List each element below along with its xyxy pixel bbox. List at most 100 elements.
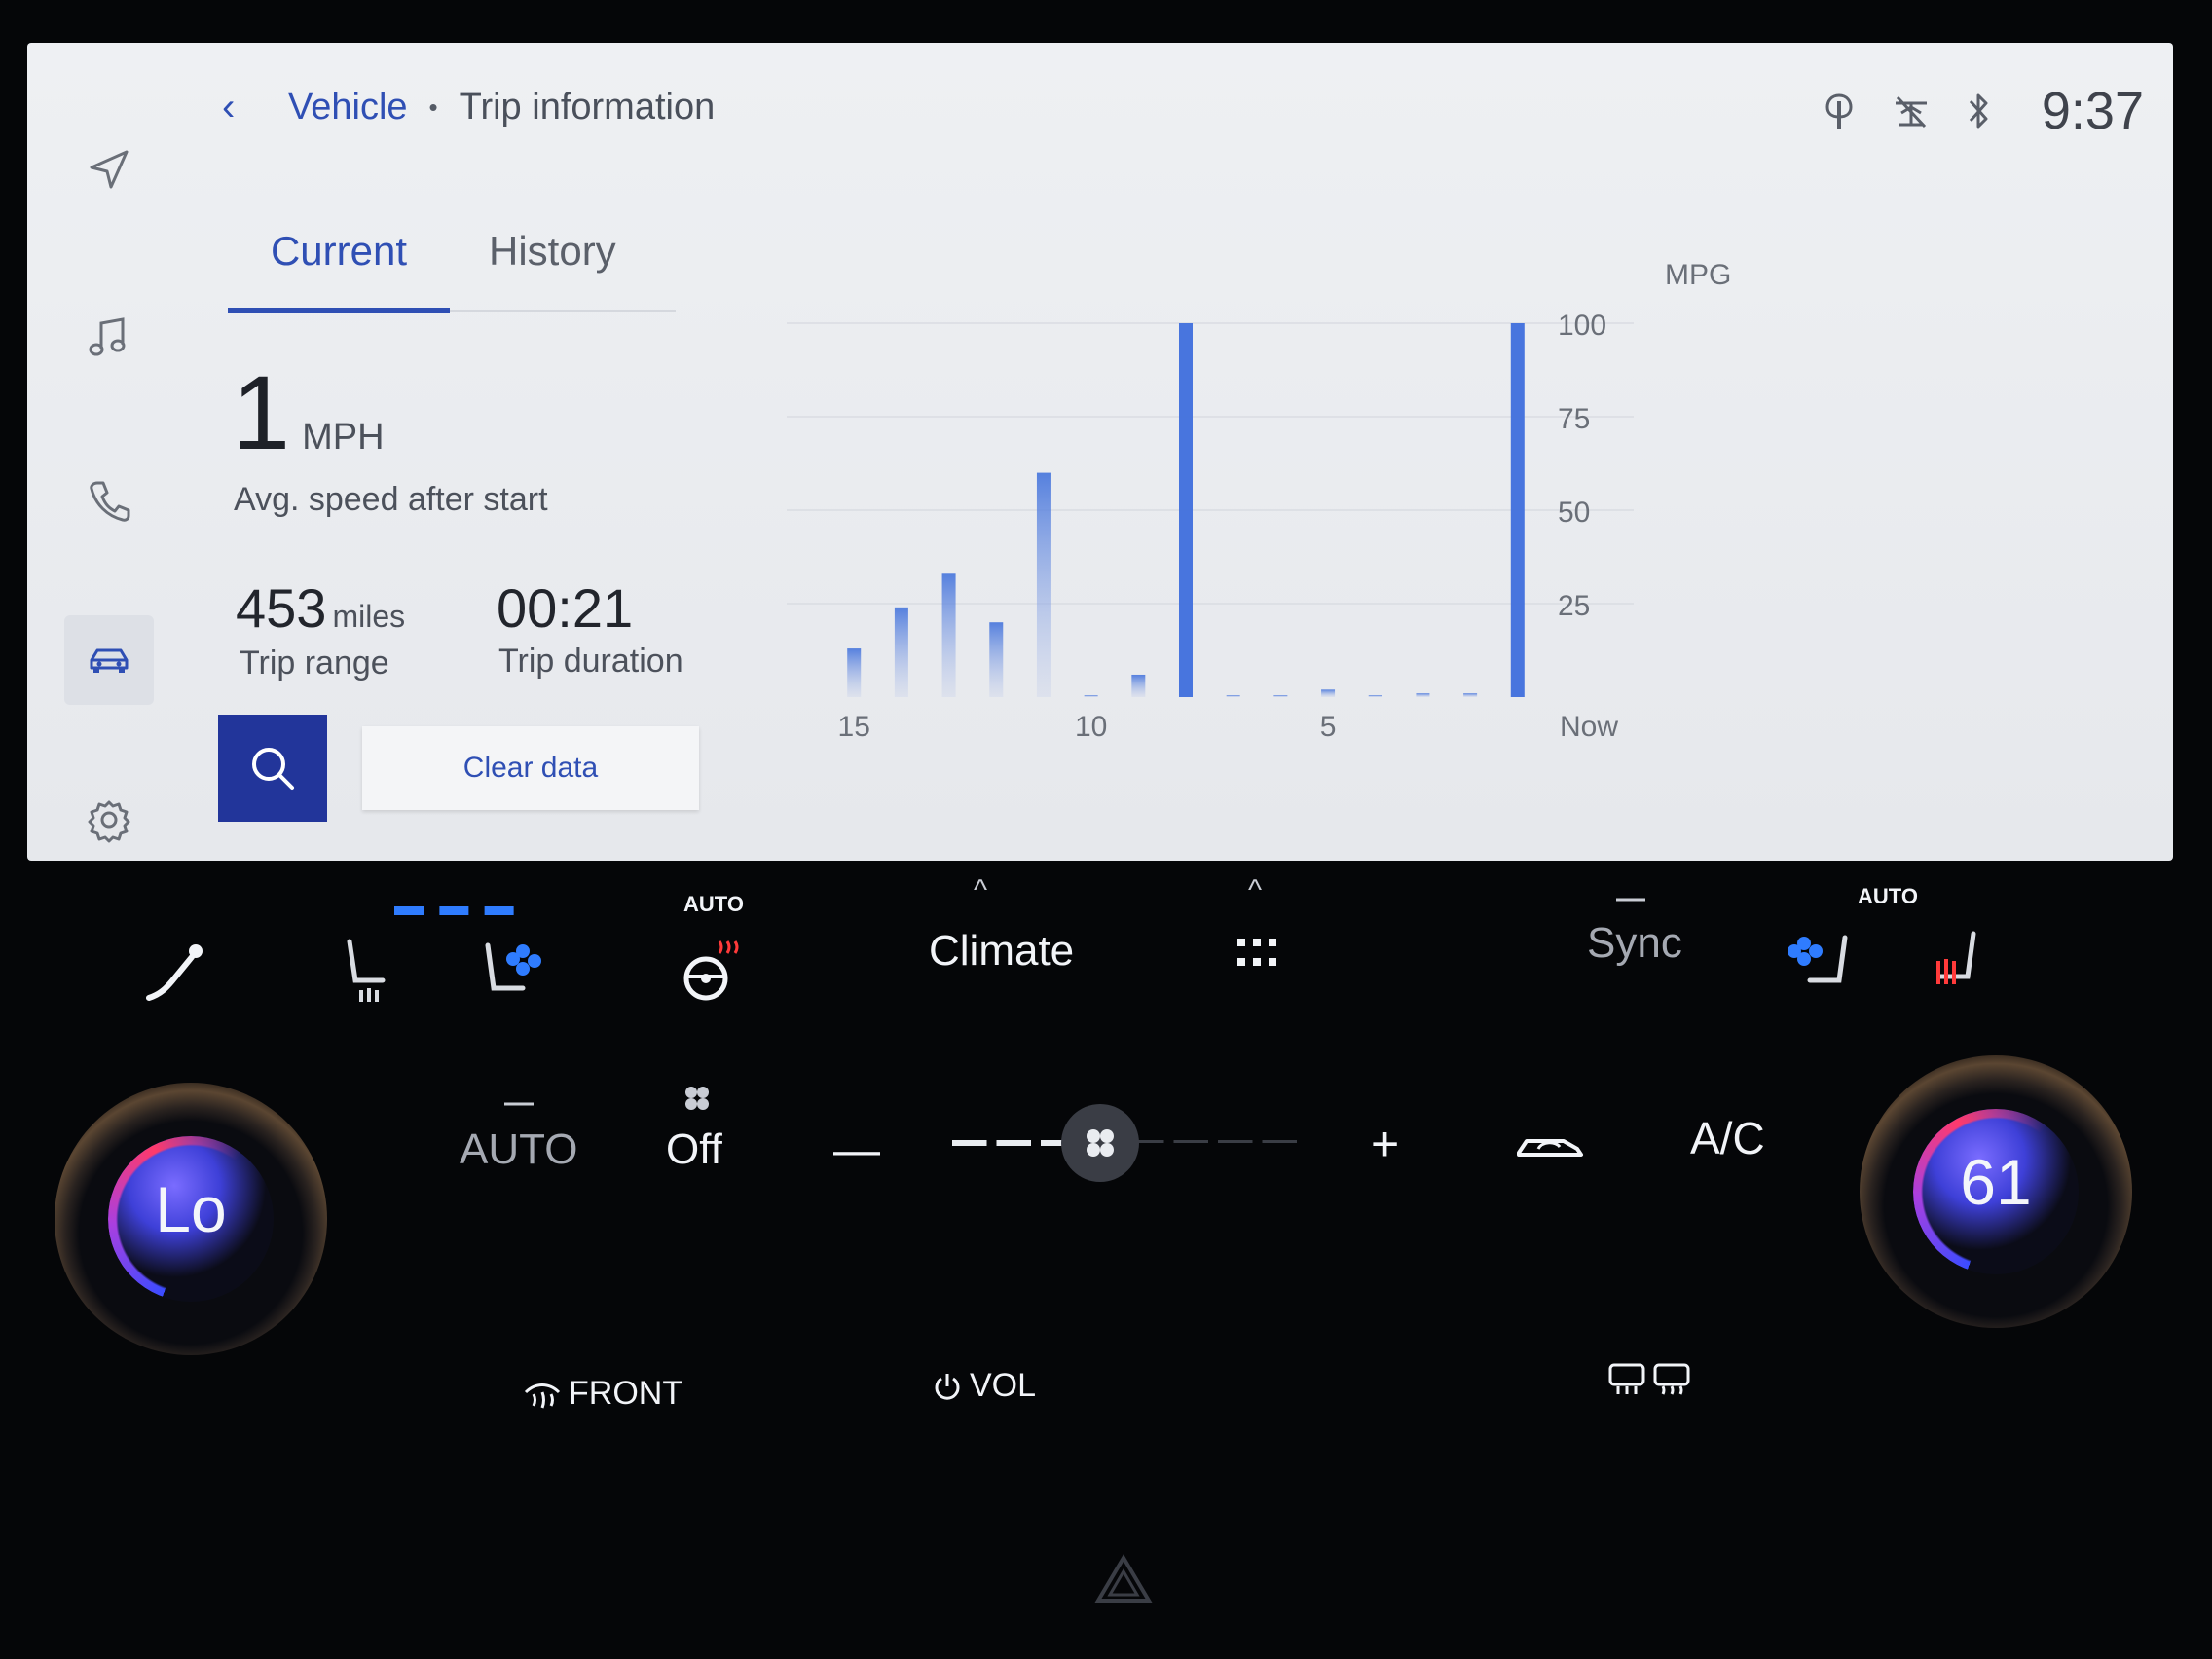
trip-range-number: 453 xyxy=(236,577,327,639)
infotainment-screen: ‹ Vehicle • Trip information 9:37 Curren… xyxy=(27,43,2173,861)
y-axis-label: MPG xyxy=(1665,259,1731,291)
x-tick-label: 10 xyxy=(1075,711,1107,743)
fan-small-icon xyxy=(680,1081,715,1116)
side-rail xyxy=(27,43,183,861)
fan-speed-slider[interactable] xyxy=(944,1104,1305,1182)
y-tick-label: 50 xyxy=(1558,497,1590,529)
passenger-seat-heat-auto-label: AUTO xyxy=(1858,884,1918,908)
trip-duration-value: 00:21 xyxy=(497,577,634,639)
driver-temp-dial[interactable]: Lo xyxy=(55,1083,327,1355)
seat-heat-button[interactable] xyxy=(335,927,403,1014)
chart-bar xyxy=(1510,323,1525,697)
trip-range-label: Trip range xyxy=(240,645,389,682)
back-chevron-icon[interactable]: ‹ xyxy=(222,86,261,129)
auto-climate-button[interactable]: AUTO xyxy=(460,1125,577,1174)
music-icon xyxy=(89,317,126,356)
fan-slider-knob[interactable] xyxy=(1061,1104,1139,1182)
signal-icon xyxy=(1895,95,1927,129)
drive-mode-icon xyxy=(146,944,203,1001)
fan-decrease-button[interactable]: — xyxy=(833,1124,880,1177)
hazard-button[interactable] xyxy=(1094,1552,1153,1606)
chart-bar xyxy=(1321,689,1336,697)
avg-speed: 1 MPH xyxy=(232,360,385,465)
seat-heat-level-indicator: ▬ ▬ ▬ xyxy=(394,890,518,922)
seat-vent-button[interactable] xyxy=(475,927,553,1014)
rail-phone[interactable] xyxy=(64,456,154,545)
phone-icon xyxy=(90,481,130,522)
breadcrumb: ‹ Vehicle • Trip information xyxy=(222,78,715,136)
hazard-icon xyxy=(1094,1554,1153,1603)
tab-history[interactable]: History xyxy=(489,228,616,275)
volume-power-button[interactable]: VOL xyxy=(933,1367,1036,1405)
rail-settings[interactable] xyxy=(64,775,154,861)
chart-bar xyxy=(941,573,956,697)
ac-button[interactable]: A/C xyxy=(1690,1112,1765,1164)
fan-state: Off xyxy=(666,1125,722,1173)
trip-range-value: 453 miles xyxy=(236,576,405,640)
recirculation-button[interactable] xyxy=(1511,1118,1589,1172)
clock: 9:37 xyxy=(2041,82,2144,140)
chart-bar xyxy=(1463,693,1478,697)
front-defrost-icon xyxy=(524,1382,561,1409)
trip-range-unit: miles xyxy=(332,599,406,634)
wireless-charging-icon xyxy=(1825,93,1853,129)
chart-bar xyxy=(1226,695,1240,697)
seat-heat-icon xyxy=(347,939,386,1002)
chart-bar xyxy=(894,607,908,697)
fan-slider-segment xyxy=(1218,1140,1253,1143)
avg-speed-value: 1 xyxy=(232,353,291,471)
breadcrumb-vehicle-link[interactable]: Vehicle xyxy=(288,87,408,129)
avg-speed-unit: MPH xyxy=(302,417,385,458)
seat-fan-icon xyxy=(485,942,541,991)
breadcrumb-separator: • xyxy=(428,92,438,122)
front-defrost-button[interactable]: FRONT xyxy=(522,1375,682,1413)
passenger-temp-dial[interactable]: 61 xyxy=(1860,1055,2132,1328)
y-tick-label: 25 xyxy=(1558,590,1590,622)
recirculation-car-icon xyxy=(1517,1139,1583,1157)
climate-caret: ^ xyxy=(974,874,988,906)
front-defrost-label: FRONT xyxy=(569,1375,683,1412)
sync-button[interactable]: Sync xyxy=(1587,919,1682,968)
passenger-seat-heat-button[interactable] xyxy=(1914,919,1992,1007)
mpg-chart: 25 50 75 100 MPG 15 10 5 Now xyxy=(787,259,1731,743)
steering-heat-button[interactable] xyxy=(672,929,750,1016)
tab-current[interactable]: Current xyxy=(228,228,450,313)
rear-defrost-button[interactable] xyxy=(1604,1357,1698,1400)
status-bar: 9:37 xyxy=(1822,80,2144,142)
chart-bar xyxy=(1036,472,1051,697)
chart-bar xyxy=(1131,674,1146,697)
clear-data-button[interactable]: Clear data xyxy=(362,726,699,810)
rail-music[interactable] xyxy=(64,292,154,382)
avg-speed-label: Avg. speed after start xyxy=(234,481,548,518)
auto-indicator: — xyxy=(504,1087,534,1119)
steering-heat-auto-label: AUTO xyxy=(683,892,744,916)
drive-mode-button[interactable] xyxy=(136,929,214,1016)
trip-duration-label: Trip duration xyxy=(498,643,683,680)
x-tick-label: Now xyxy=(1560,711,1618,743)
apps-button[interactable] xyxy=(1229,925,1287,983)
passenger-seat-vent-button[interactable] xyxy=(1782,919,1860,1007)
chart-bar xyxy=(847,648,862,697)
x-tick-label: 5 xyxy=(1320,711,1337,743)
bluetooth-icon xyxy=(1969,93,1988,129)
climate-button[interactable]: Climate xyxy=(929,927,1074,976)
fan-increase-button[interactable]: + xyxy=(1371,1116,1399,1172)
rail-navigation[interactable] xyxy=(64,125,154,214)
chart-bar xyxy=(989,622,1004,697)
volume-label: VOL xyxy=(970,1367,1037,1404)
chart-bar xyxy=(1179,323,1193,697)
seat-heat-icon xyxy=(1936,931,1976,984)
apps-grid-icon xyxy=(1237,939,1276,966)
chart-bar xyxy=(1273,695,1288,697)
navigation-icon xyxy=(90,150,129,189)
x-tick-label: 15 xyxy=(838,711,870,743)
fan-slider-segment xyxy=(1173,1140,1208,1143)
passenger-temp-value: 61 xyxy=(1960,1146,2032,1218)
fan-slider-segment xyxy=(952,1140,987,1146)
search-button[interactable] xyxy=(218,715,327,822)
tab-bar: Current History xyxy=(228,208,676,313)
y-tick-label: 75 xyxy=(1558,403,1590,435)
rear-defrost-icon xyxy=(1608,1363,1690,1395)
rail-vehicle[interactable] xyxy=(64,615,154,705)
fan-slider-segment xyxy=(996,1140,1031,1146)
